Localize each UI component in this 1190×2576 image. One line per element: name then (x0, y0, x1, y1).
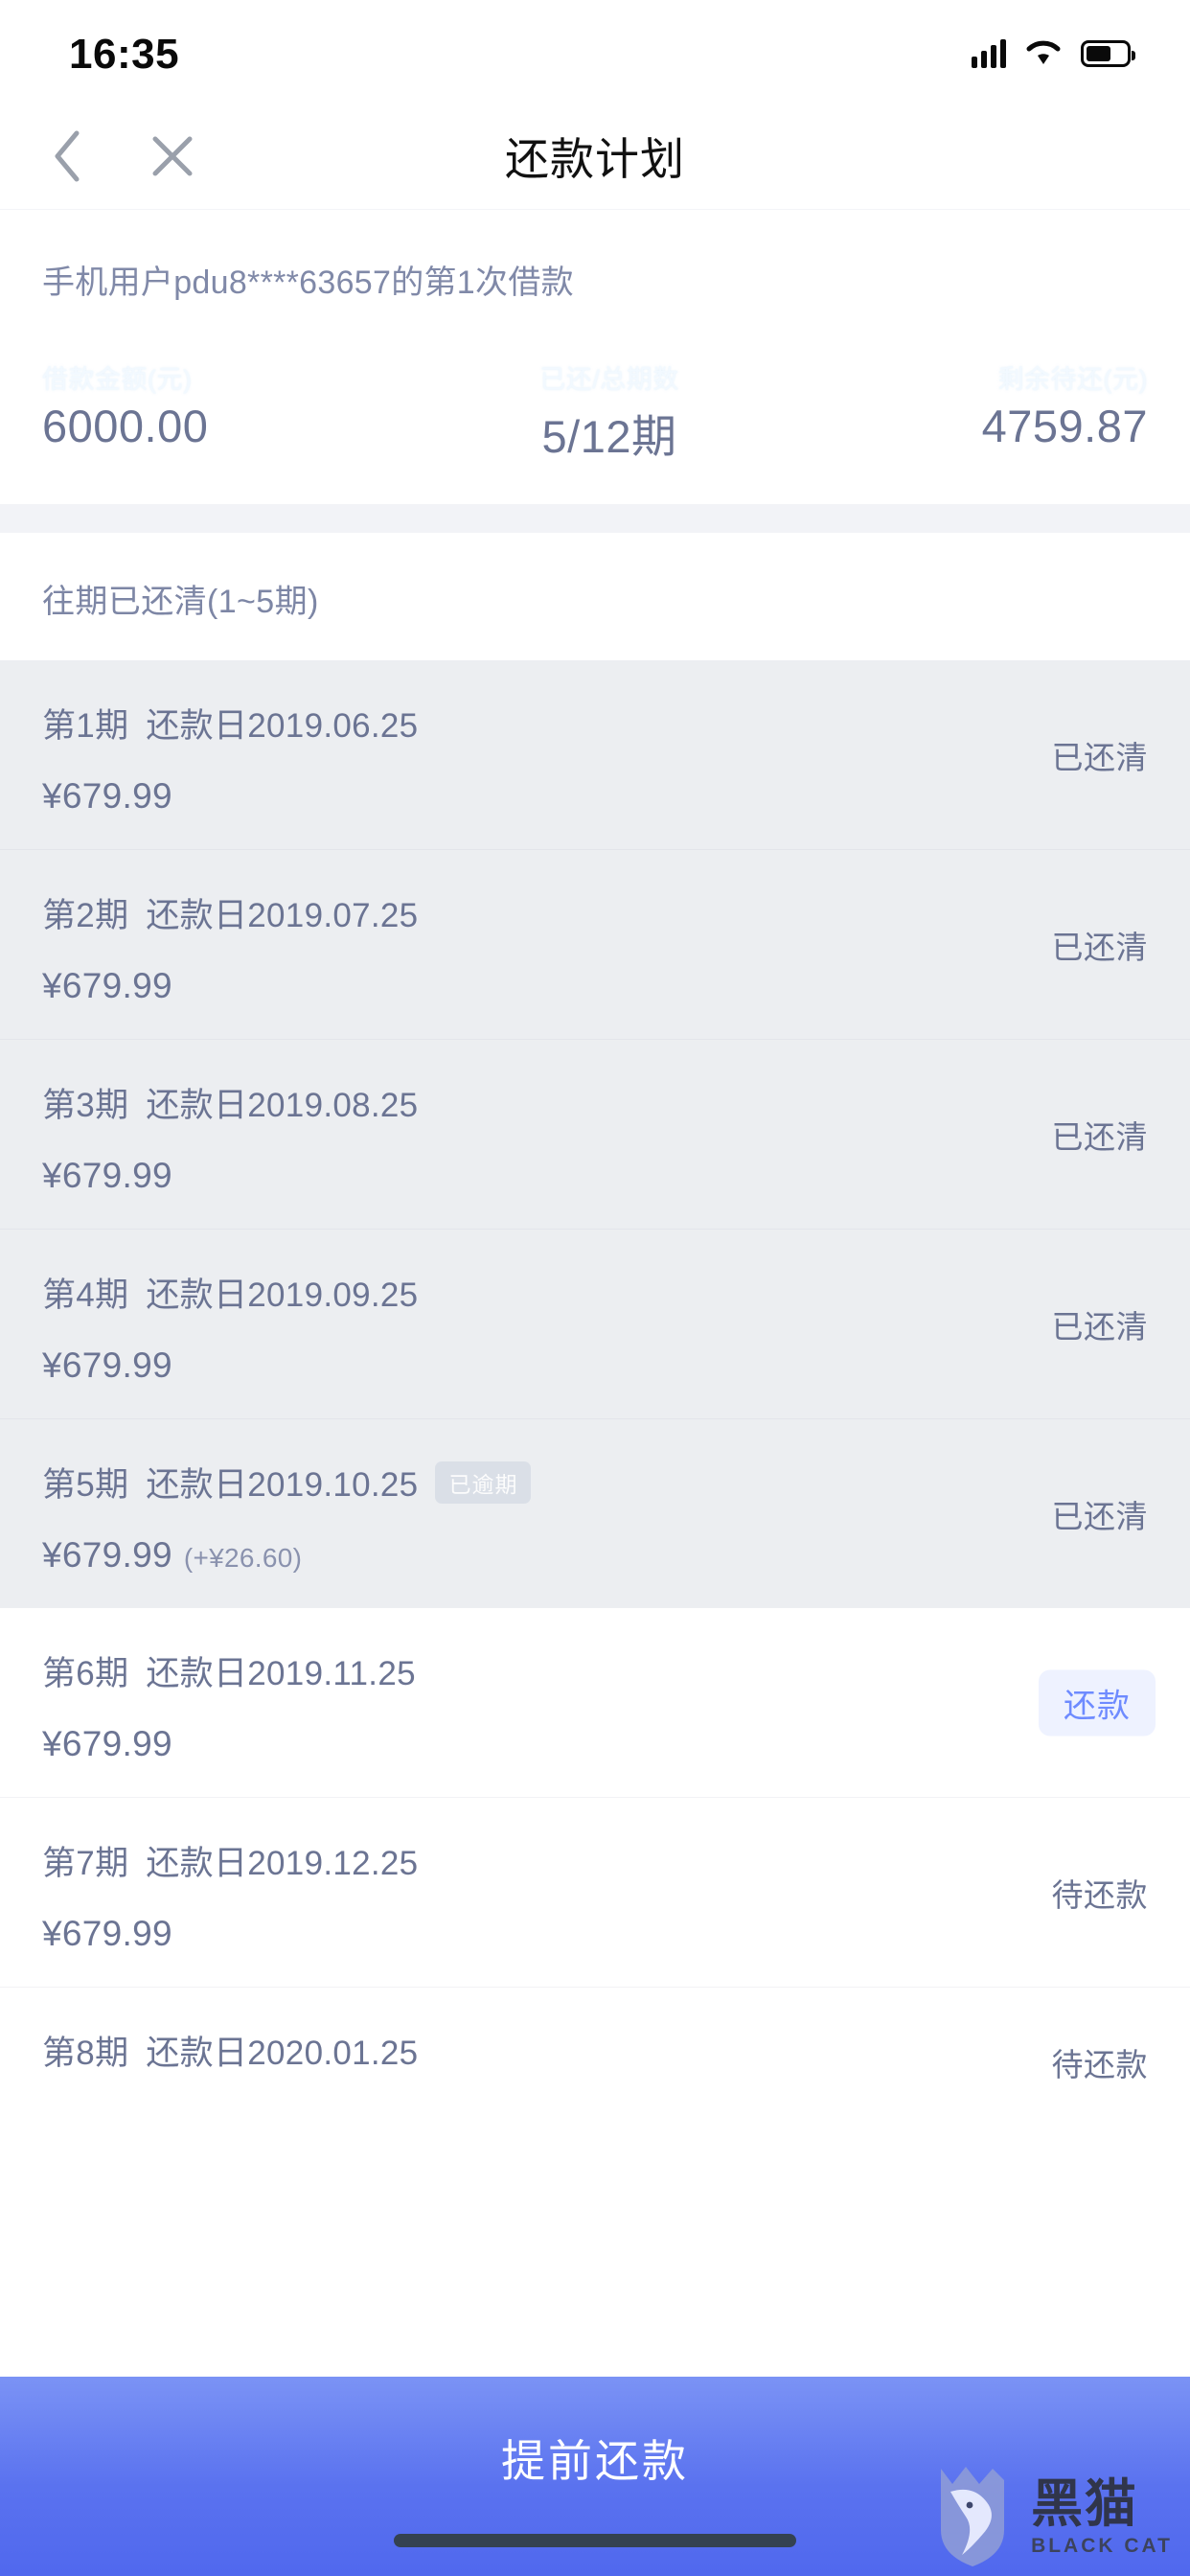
loan-summary-card: 手机用户pdu8****63657的第1次借款 借款金额(元) 6000.00 … (0, 209, 1190, 504)
summary-label-remaining: 剩余待还(元) (997, 365, 1149, 394)
installment-amount-row: ¥679.99 (42, 966, 1148, 1006)
status-badge: 已还清 (1051, 929, 1148, 965)
installment-period: 第3期 (42, 1087, 129, 1124)
installment-header: 第6期 还款日2019.11.25 (42, 1646, 1148, 1695)
installment-date: 还款日2019.08.25 (146, 1087, 419, 1124)
status-badge: 待还款 (1051, 1876, 1148, 1913)
table-row[interactable]: 第6期 还款日2019.11.25 ¥679.99 还款 (0, 1608, 1190, 1797)
installment-amount: ¥679.99 (42, 776, 172, 816)
installment-header: 第7期 还款日2019.12.25 (42, 1836, 1148, 1885)
summary-value-remaining: 4759.87 (981, 401, 1149, 451)
installment-header: 第8期 还款日2020.01.25 (42, 2026, 1148, 2075)
back-button[interactable] (38, 127, 96, 185)
table-row[interactable]: 第4期 还款日2019.09.25 ¥679.99 已还清 (0, 1230, 1190, 1418)
installment-date: 还款日2020.01.25 (146, 2035, 419, 2072)
watermark: 黑猫 BLACK CAT (933, 2463, 1173, 2570)
status-badge: 已还清 (1051, 739, 1148, 775)
due-installment-list: 第6期 还款日2019.11.25 ¥679.99 还款 第7期 还款日2019… (0, 1608, 1190, 2136)
installment-amount: ¥679.99 (42, 966, 172, 1005)
table-row[interactable]: 第5期 还款日2019.10.25 已逾期 ¥679.99 (+¥26.60) … (0, 1419, 1190, 1608)
battery-icon (1081, 40, 1135, 67)
installment-amount-row: ¥679.99 (+¥26.60) (42, 1535, 1148, 1576)
installment-period: 第5期 (42, 1466, 129, 1504)
installment-late-fee: (+¥26.60) (183, 1543, 303, 1573)
installment-date: 还款日2019.07.25 (146, 897, 419, 934)
summary-label-periods: 已还/总期数 (539, 365, 679, 394)
status-bar: 16:35 (0, 0, 1190, 104)
summary-column-principal: 借款金额(元) 6000.00 (42, 358, 401, 466)
installment-amount: ¥679.99 (42, 1724, 172, 1763)
loan-user-line: 手机用户pdu8****63657的第1次借款 (42, 264, 574, 301)
bottom-action-bar: 提前还款 黑猫 BLACK CAT (0, 2377, 1190, 2576)
status-badge: 已还清 (1051, 1498, 1148, 1534)
installment-date: 还款日2019.09.25 (146, 1276, 419, 1314)
installment-period: 第4期 (42, 1276, 129, 1314)
chevron-left-icon (55, 130, 80, 182)
installment-amount-row: ¥679.99 (42, 1346, 1148, 1386)
installment-header: 第3期 还款日2019.08.25 (42, 1078, 1148, 1127)
installment-date: 还款日2019.06.25 (146, 707, 419, 745)
table-row[interactable]: 第7期 还款日2019.12.25 ¥679.99 待还款 (0, 1798, 1190, 1987)
installment-period: 第7期 (42, 1845, 129, 1882)
installment-amount-row: ¥679.99 (42, 1914, 1148, 1954)
table-row[interactable]: 第2期 还款日2019.07.25 ¥679.99 已还清 (0, 850, 1190, 1039)
installment-header: 第5期 还款日2019.10.25 已逾期 (42, 1458, 1148, 1506)
summary-column-remaining: 剩余待还(元) 4759.87 (789, 358, 1148, 466)
installment-period: 第8期 (42, 2035, 129, 2072)
installment-amount-row: ¥679.99 (42, 776, 1148, 816)
installment-amount-row: ¥679.99 (42, 1156, 1148, 1196)
watermark-text: 黑猫 BLACK CAT (1031, 2472, 1173, 2557)
installment-date: 还款日2019.12.25 (146, 1845, 419, 1882)
status-badge: 待还款 (1051, 2046, 1148, 2082)
summary-value-principal: 6000.00 (42, 401, 209, 451)
installment-header: 第2期 还款日2019.07.25 (42, 888, 1148, 937)
installment-amount: ¥679.99 (42, 1346, 172, 1385)
overdue-badge: 已逾期 (435, 1460, 532, 1504)
installment-header: 第4期 还款日2019.09.25 (42, 1268, 1148, 1317)
close-button[interactable] (144, 127, 201, 185)
installment-amount: ¥679.99 (42, 1535, 172, 1575)
section-divider (0, 504, 1190, 533)
installment-period: 第2期 (42, 897, 129, 934)
cellular-signal-icon (972, 39, 1006, 68)
watermark-en: BLACK CAT (1031, 2534, 1173, 2557)
installment-date: 还款日2019.11.25 (146, 1655, 416, 1692)
status-time: 16:35 (69, 31, 180, 78)
installment-period: 第1期 (42, 707, 129, 745)
status-icons (972, 39, 1135, 68)
watermark-cn: 黑猫 (1031, 2472, 1139, 2534)
installment-header: 第1期 还款日2019.06.25 (42, 699, 1148, 748)
installment-period: 第6期 (42, 1655, 129, 1692)
installment-amount: ¥679.99 (42, 1156, 172, 1195)
nav-bar: 还款计划 (0, 104, 1190, 209)
installment-amount-row: ¥679.99 (42, 1724, 1148, 1764)
loan-summary-columns: 借款金额(元) 6000.00 已还/总期数 5/12期 剩余待还(元) 475… (42, 358, 1148, 466)
table-row[interactable]: 第1期 还款日2019.06.25 ¥679.99 已还清 (0, 660, 1190, 849)
repay-button[interactable]: 还款 (1039, 1669, 1156, 1736)
summary-label-principal: 借款金额(元) (42, 365, 193, 394)
home-indicator (394, 2534, 796, 2547)
table-row[interactable]: 第3期 还款日2019.08.25 ¥679.99 已还清 (0, 1040, 1190, 1229)
summary-column-periods: 已还/总期数 5/12期 (401, 358, 790, 466)
paid-section-header: 往期已还清(1~5期) (0, 533, 1190, 660)
installment-amount: ¥679.99 (42, 1914, 172, 1953)
installment-date: 还款日2019.10.25 (146, 1466, 419, 1504)
prepay-button[interactable]: 提前还款 (501, 2426, 689, 2490)
table-row[interactable]: 第8期 还款日2020.01.25 待还款 (0, 1988, 1190, 2136)
summary-value-periods: 5/12期 (541, 411, 677, 462)
close-icon (152, 136, 193, 176)
black-cat-shield-icon (941, 2467, 1005, 2566)
paid-installment-list: 第1期 还款日2019.06.25 ¥679.99 已还清 第2期 还款日201… (0, 660, 1190, 1608)
wifi-icon (1025, 39, 1062, 68)
status-badge: 已还清 (1051, 1118, 1148, 1155)
status-badge: 已还清 (1051, 1308, 1148, 1345)
